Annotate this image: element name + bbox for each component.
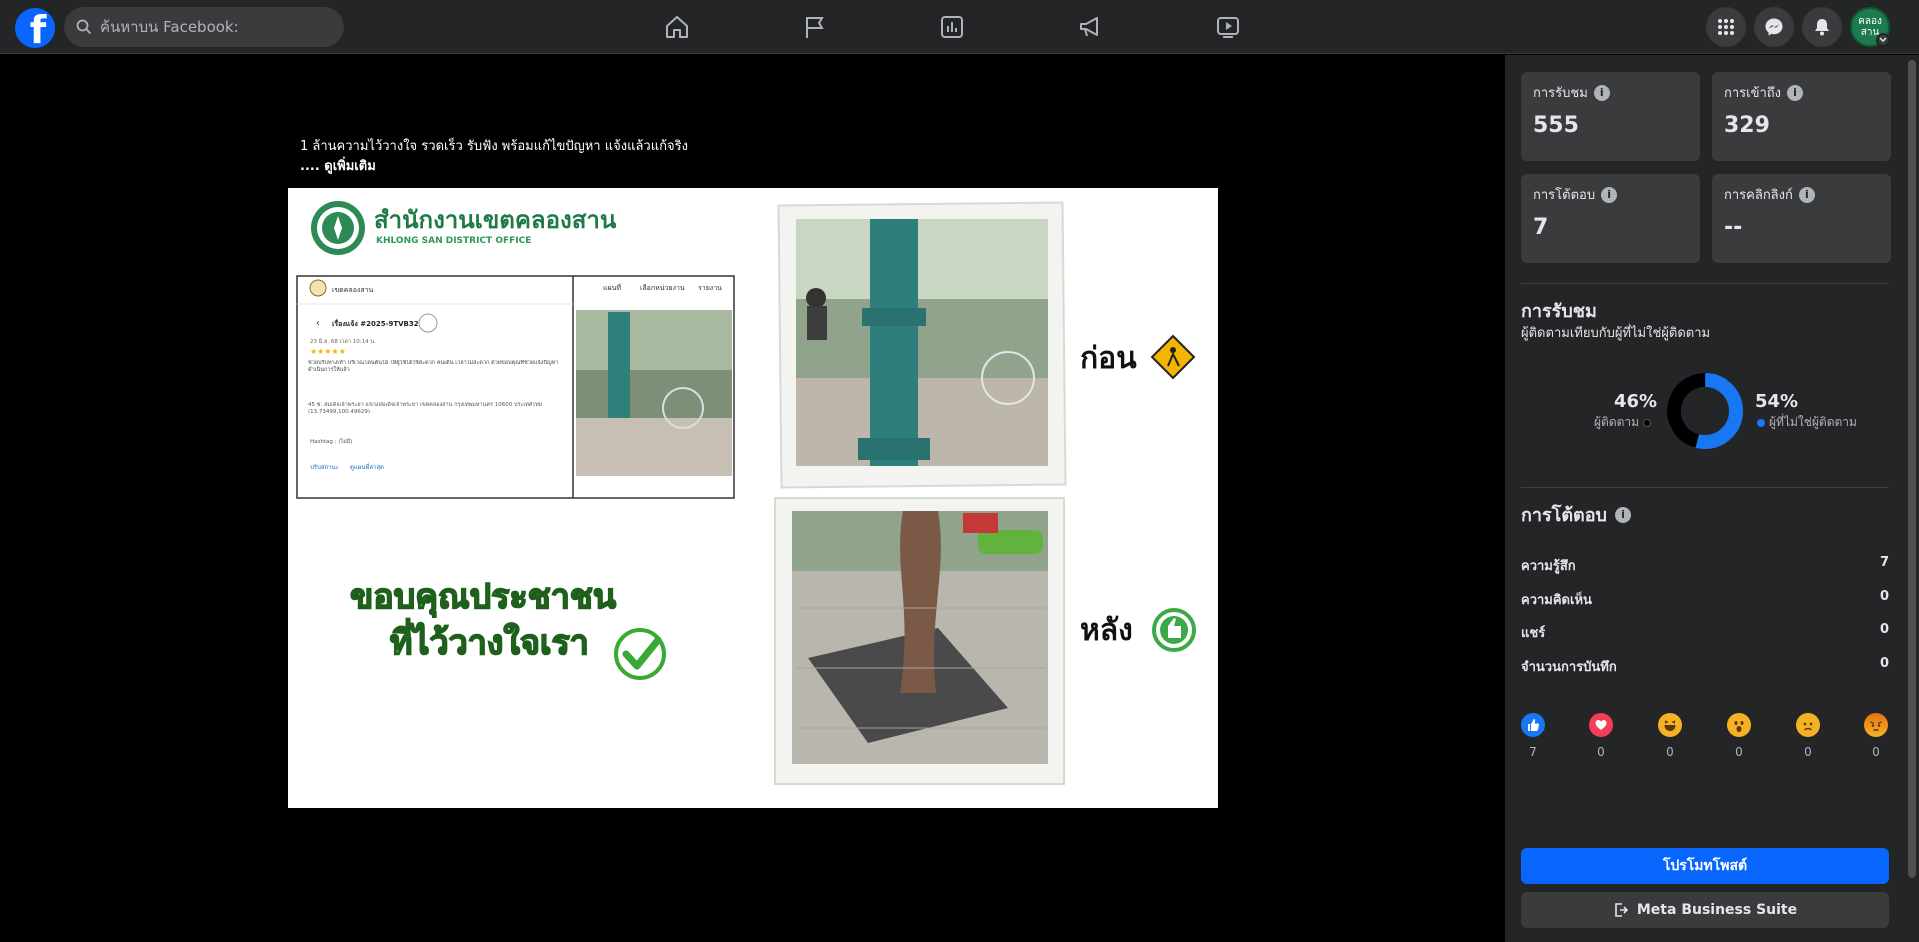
facebook-logo-icon[interactable]: f [15,8,55,48]
pages-flag-icon[interactable] [797,10,833,44]
search-icon [76,19,92,35]
insights-chart-icon[interactable] [934,10,970,44]
after-photo [774,497,1065,785]
promote-post-button[interactable]: โปรโมทโพสต์ [1521,848,1889,884]
after-label: หลัง [1080,613,1133,648]
stat-card-engagement: การโต้ตอบ i 7 [1521,174,1700,263]
svg-text:แผนที่: แผนที่ [603,283,621,292]
home-icon[interactable] [659,10,695,44]
stat-card-link-clicks: การคลิกลิงก์ i -- [1712,174,1891,263]
reaction-haha: 0 [1658,713,1682,759]
svg-text:เขตคลองสาน: เขตคลองสาน [332,286,374,294]
before-label: ก่อน [1080,341,1137,376]
reaction-sad: 0 [1796,713,1820,759]
svg-text:รายงาน: รายงาน [698,284,722,292]
haha-icon [1658,713,1682,737]
stat-card-views: การรับชม i 555 [1521,72,1700,161]
info-icon[interactable]: i [1614,506,1631,523]
external-exit-icon [1615,903,1629,917]
info-icon[interactable]: i [1798,186,1815,203]
thanks-line-2: ที่ไว้วางใจเรา [390,618,589,663]
meta-business-suite-button[interactable]: Meta Business Suite [1521,892,1889,928]
reaction-love: 0 [1589,713,1613,759]
like-icon [1521,713,1545,737]
reaction-angry: 0 [1864,713,1888,759]
reaction-like: 7 [1521,713,1545,759]
engagement-row: แชร์ 0 [1521,622,1889,641]
engagement-row: ความคิดเห็น 0 [1521,589,1889,608]
engagement-row: จำนวนการบันทึก 0 [1521,656,1889,675]
svg-text:ดูแผนที่ล่าสุด: ดูแผนที่ล่าสุด [350,463,384,471]
sad-icon [1796,713,1820,737]
stat-card-reach: การเข้าถึง i 329 [1712,72,1891,161]
engagement-section-title: การโต้ตอบ i [1521,500,1631,529]
check-mark-icon [614,628,666,680]
search-box[interactable] [64,7,344,47]
thumbs-up-badge-icon [1152,608,1196,652]
reaction-wow: 0 [1727,713,1751,759]
non-followers-legend: ผู้ที่ไม่ใช่ผู้ติดตาม [1757,413,1857,432]
love-icon [1589,713,1613,737]
info-icon[interactable]: i [1787,84,1804,101]
office-name-en: KHLONG SAN DISTRICT OFFICE [376,236,531,246]
svg-text:ปรับสถานะ: ปรับสถานะ [310,464,339,471]
divider [1521,283,1889,284]
svg-text:★★★★★: ★★★★★ [310,347,346,356]
svg-text:Hashtag : (ไม่มี): Hashtag : (ไม่มี) [310,438,353,445]
engagement-row: ความรู้สึก 7 [1521,555,1889,574]
svg-text:‹: ‹ [316,318,320,329]
views-section-title: การรับชม [1521,301,1597,322]
search-input[interactable] [100,18,320,36]
post-caption: 1 ล้านความไว้วางใจ รวดเร็ว รับฟัง พร้อมแ… [300,137,1000,177]
panel-scrollbar[interactable] [1908,60,1916,878]
see-more-link[interactable]: .... ดูเพิ่มเติม [300,157,1000,177]
svg-text:เรื่องแจ้ง #2025-9TVB32: เรื่องแจ้ง #2025-9TVB32 [332,318,419,328]
chevron-down-icon[interactable] [1876,33,1890,47]
video-icon[interactable] [1210,10,1246,44]
before-photo [777,201,1067,489]
divider [1521,487,1889,488]
bma-seal-logo [311,201,365,255]
ads-megaphone-icon[interactable] [1072,10,1108,44]
followers-percent: 46% [1614,391,1658,412]
followers-donut-chart [1667,373,1743,449]
svg-text:เลือกหน่วยงาน: เลือกหน่วยงาน [640,284,685,292]
angry-icon [1864,713,1888,737]
wow-icon [1727,713,1751,737]
info-icon[interactable]: i [1601,186,1618,203]
non-followers-percent: 54% [1755,391,1799,412]
info-icon[interactable]: i [1593,84,1610,101]
post-image[interactable]: สำนักงานเขตคลองสาน KHLONG SAN DISTRICT O… [288,188,1218,808]
followers-legend: ผู้ติดตาม [1594,413,1652,432]
menu-grid-icon[interactable] [1706,7,1746,47]
svg-text:23 มิ.ย. 68 เวลา 10:14 น.: 23 มิ.ย. 68 เวลา 10:14 น. [310,338,376,345]
office-name-th: สำนักงานเขตคลองสาน [374,206,617,234]
messenger-icon[interactable] [1754,7,1794,47]
top-navigation-bar: f คลอง สาน [0,0,1919,54]
thanks-line-1: ขอบคุณประชาชน [350,577,616,618]
notifications-bell-icon[interactable] [1802,7,1842,47]
followers-dot [1643,418,1652,427]
non-followers-dot [1757,418,1765,427]
views-section-subtitle: ผู้ติดตามเทียบกับผู้ที่ไม่ใช่ผู้ติดตาม [1521,326,1711,341]
